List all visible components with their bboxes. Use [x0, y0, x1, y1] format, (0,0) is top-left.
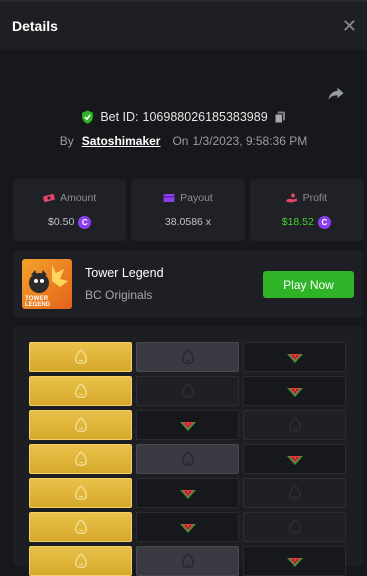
board-cell-gold [29, 512, 132, 542]
watermelon-icon [286, 558, 303, 567]
bet-stats: Amount $0.50 C Payout 38.0586 x Profit $… [13, 179, 363, 241]
copy-icon[interactable] [274, 111, 286, 124]
details-header: Details ✕ [0, 2, 367, 50]
board-cell-melon [243, 376, 346, 406]
coin-icon: C [78, 215, 92, 229]
game-thumbnail[interactable]: TOWER LEGEND [22, 259, 72, 309]
watermelon-icon [179, 422, 196, 431]
thumb-title-line2: LEGEND [25, 302, 51, 308]
share-icon[interactable] [327, 84, 345, 102]
egg-icon [74, 553, 87, 568]
board-cell-melon [136, 512, 239, 542]
egg-icon [74, 451, 87, 466]
egg-icon [181, 349, 194, 364]
egg-icon [288, 485, 301, 500]
egg-icon [181, 553, 194, 568]
play-now-button[interactable]: Play Now [263, 271, 354, 298]
amount-value: $0.50 [48, 216, 75, 228]
bet-datetime: 1/3/2023, 9:58:36 PM [192, 134, 308, 148]
board-cell-melon [243, 546, 346, 576]
board-cell-unrevealed [243, 410, 346, 440]
watermelon-icon [179, 490, 196, 499]
profit-icon [286, 193, 297, 202]
board-cell-revealed [136, 546, 239, 576]
egg-icon [74, 519, 87, 534]
bet-id-row: Bet ID: 106988026185383989 [0, 110, 367, 124]
payout-stat: Payout 38.0586 x [131, 179, 245, 241]
by-label: By [59, 134, 74, 148]
board-cell-revealed [136, 342, 239, 372]
board-cell-melon [136, 410, 239, 440]
game-card: TOWER LEGEND Tower Legend BC Originals P… [13, 251, 363, 317]
on-label: On [172, 134, 189, 148]
board-cell-gold [29, 410, 132, 440]
board-cell-melon [136, 478, 239, 508]
board-cell-melon [243, 444, 346, 474]
game-name[interactable]: Tower Legend [85, 266, 164, 280]
payout-label: Payout [180, 192, 213, 204]
money-icon [43, 193, 55, 202]
egg-icon [74, 417, 87, 432]
page-title: Details [12, 18, 58, 34]
egg-icon [181, 451, 194, 466]
watermelon-icon [286, 388, 303, 397]
watermelon-icon [179, 524, 196, 533]
game-provider: BC Originals [85, 288, 153, 302]
username-link[interactable]: Satoshimaker [82, 134, 161, 148]
watermelon-icon [286, 354, 303, 363]
wallet-icon [163, 194, 175, 202]
board-cell-gold [29, 342, 132, 372]
amount-stat: Amount $0.50 C [13, 179, 127, 241]
egg-icon [74, 485, 87, 500]
egg-icon [288, 417, 301, 432]
bet-id-value: 106988026185383989 [142, 110, 268, 124]
egg-icon [74, 383, 87, 398]
coin-icon: C [317, 215, 331, 229]
board-cell-gold [29, 546, 132, 576]
egg-icon [181, 383, 194, 398]
board-cell-unrevealed [243, 478, 346, 508]
board-cell-gold [29, 376, 132, 406]
profit-value: $18.52 [281, 216, 314, 228]
board-cell-melon [243, 342, 346, 372]
board-cell-unrevealed [243, 512, 346, 542]
payout-value: 38.0586 x [164, 216, 212, 228]
bet-id-label: Bet ID: [100, 110, 139, 124]
board-cell-gold [29, 478, 132, 508]
profit-stat: Profit $18.52 C [249, 179, 363, 241]
shield-check-icon [82, 110, 94, 124]
egg-icon [288, 519, 301, 534]
board-cell-unrevealed [136, 376, 239, 406]
board-cell-gold [29, 444, 132, 474]
board-cell-revealed [136, 444, 239, 474]
watermelon-icon [286, 456, 303, 465]
bet-byline: By Satoshimaker On 1/3/2023, 9:58:36 PM [0, 134, 367, 148]
close-icon[interactable]: ✕ [342, 17, 357, 35]
profit-label: Profit [302, 191, 328, 204]
tower-board [13, 326, 363, 576]
egg-icon [74, 349, 87, 364]
amount-label: Amount [60, 191, 97, 204]
